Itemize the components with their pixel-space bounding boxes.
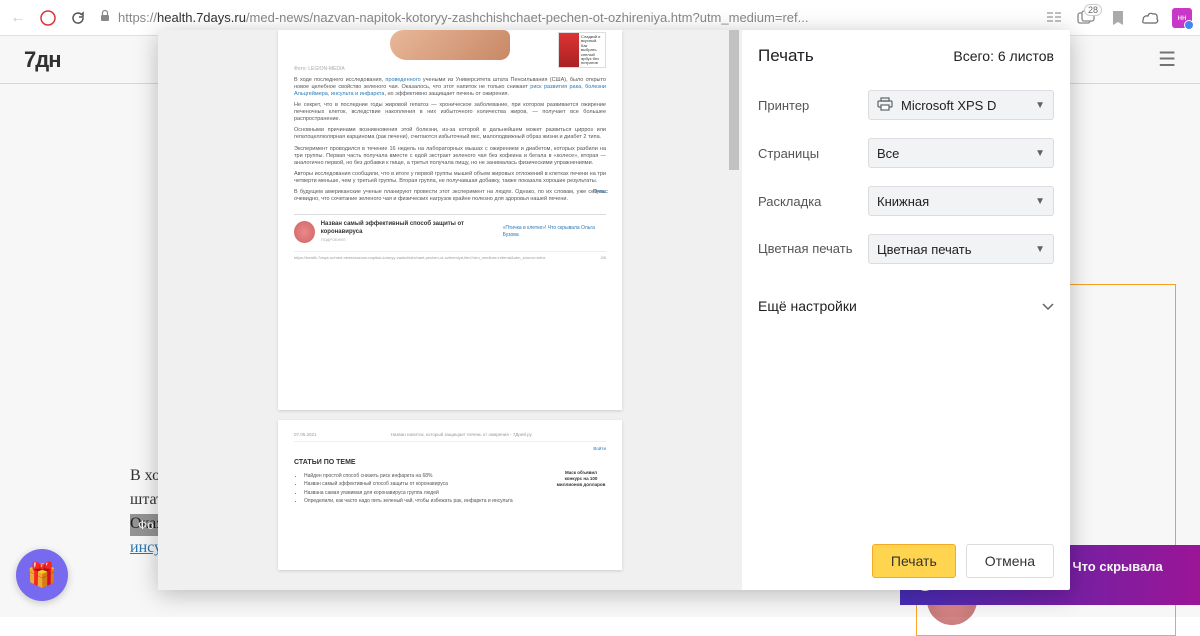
cancel-button[interactable]: Отмена	[966, 544, 1054, 578]
color-value: Цветная печать	[877, 242, 971, 257]
chevron-down-icon: ▼	[1035, 148, 1045, 159]
preview-para: В ходе последнего исследования, проведен…	[294, 77, 606, 98]
print-preview-pane[interactable]: Сладкий и вкусный. Как выбрать спелый ар…	[158, 30, 742, 590]
reload-button[interactable]	[68, 8, 88, 28]
pages-label: Страницы	[758, 146, 868, 161]
printer-icon	[877, 97, 893, 114]
preview-footer: https://health.7days.ru/med-news/nazvan-…	[294, 251, 606, 260]
preview-page: Сладкий и вкусный. Как выбрать спелый ар…	[278, 30, 622, 410]
preview-page-header: 07.06.2021 Назван напиток, который защищ…	[294, 432, 606, 442]
preview-page: 07.06.2021 Назван напиток, который защищ…	[278, 420, 622, 570]
print-button[interactable]: Печать	[872, 544, 956, 578]
downloads-icon[interactable]	[1140, 8, 1160, 28]
layout-value: Книжная	[877, 194, 929, 209]
more-settings-toggle[interactable]: Ещё настройки	[758, 288, 1054, 324]
print-dialog: Сладкий и вкусный. Как выбрать спелый ар…	[158, 30, 1070, 590]
lock-icon	[98, 9, 112, 26]
pages-select[interactable]: Все ▼	[868, 138, 1054, 168]
bookmark-icon[interactable]	[1108, 8, 1128, 28]
tabs-icon[interactable]: 28	[1076, 8, 1096, 28]
preview-para: Эксперимент проводился в течение 16 неде…	[294, 146, 606, 167]
related-thumb-icon	[294, 221, 315, 243]
preview-para: Не секрет, что в последние годы жировой …	[294, 102, 606, 123]
chevron-down-icon: ▼	[1035, 244, 1045, 255]
preview-scrollbar[interactable]	[728, 30, 740, 590]
reader-mode-icon[interactable]	[1044, 8, 1064, 28]
printer-select[interactable]: Microsoft XPS D ▼	[868, 90, 1054, 120]
preview-hero-image	[390, 30, 510, 60]
preview-side-news: Маск объявил конкурс на 100 миллионов до…	[556, 470, 606, 488]
sheet-count-label: Всего: 6 листов	[953, 48, 1054, 64]
preview-section-title: СТАТЬИ ПО ТЕМЕ	[294, 458, 606, 467]
tabs-count-badge: 28	[1084, 4, 1102, 16]
chevron-down-icon: ▼	[1035, 196, 1045, 207]
color-label: Цветная печать	[758, 241, 868, 257]
layout-label: Раскладка	[758, 194, 868, 209]
print-dialog-title: Печать	[758, 46, 814, 66]
chevron-down-icon: ▼	[1035, 100, 1045, 111]
printer-value: Microsoft XPS D	[901, 98, 996, 113]
back-button[interactable]: ←	[8, 8, 28, 28]
yandex-button[interactable]	[38, 8, 58, 28]
preview-para: Авторы исследования сообщили, что в итог…	[294, 171, 606, 185]
layout-select[interactable]: Книжная ▼	[868, 186, 1054, 216]
extension-icon[interactable]: нн	[1172, 8, 1192, 28]
print-settings-pane: Печать Всего: 6 листов Принтер Microsoft…	[742, 30, 1070, 590]
more-settings-label: Ещё настройки	[758, 298, 857, 314]
preview-para: Основными причинами возникновения этой б…	[294, 127, 606, 141]
preview-para: В будущем американские ученые планируют …	[294, 189, 606, 203]
pages-value: Все	[877, 146, 899, 161]
printer-label: Принтер	[758, 98, 868, 113]
chevron-down-icon	[1042, 298, 1054, 314]
print-dialog-overlay: Сладкий и вкусный. Как выбрать спелый ар…	[0, 36, 1200, 617]
url-text: https://health.7days.ru/med-news/nazvan-…	[118, 10, 808, 25]
preview-side-thumb: Сладкий и вкусный. Как выбрать спелый ар…	[558, 32, 606, 68]
color-select[interactable]: Цветная печать ▼	[868, 234, 1054, 264]
scrollbar-thumb[interactable]	[729, 30, 739, 170]
address-bar[interactable]: https://health.7days.ru/med-news/nazvan-…	[98, 9, 1034, 26]
preview-related: Назван самый эффективный способ защиты о…	[294, 214, 606, 243]
